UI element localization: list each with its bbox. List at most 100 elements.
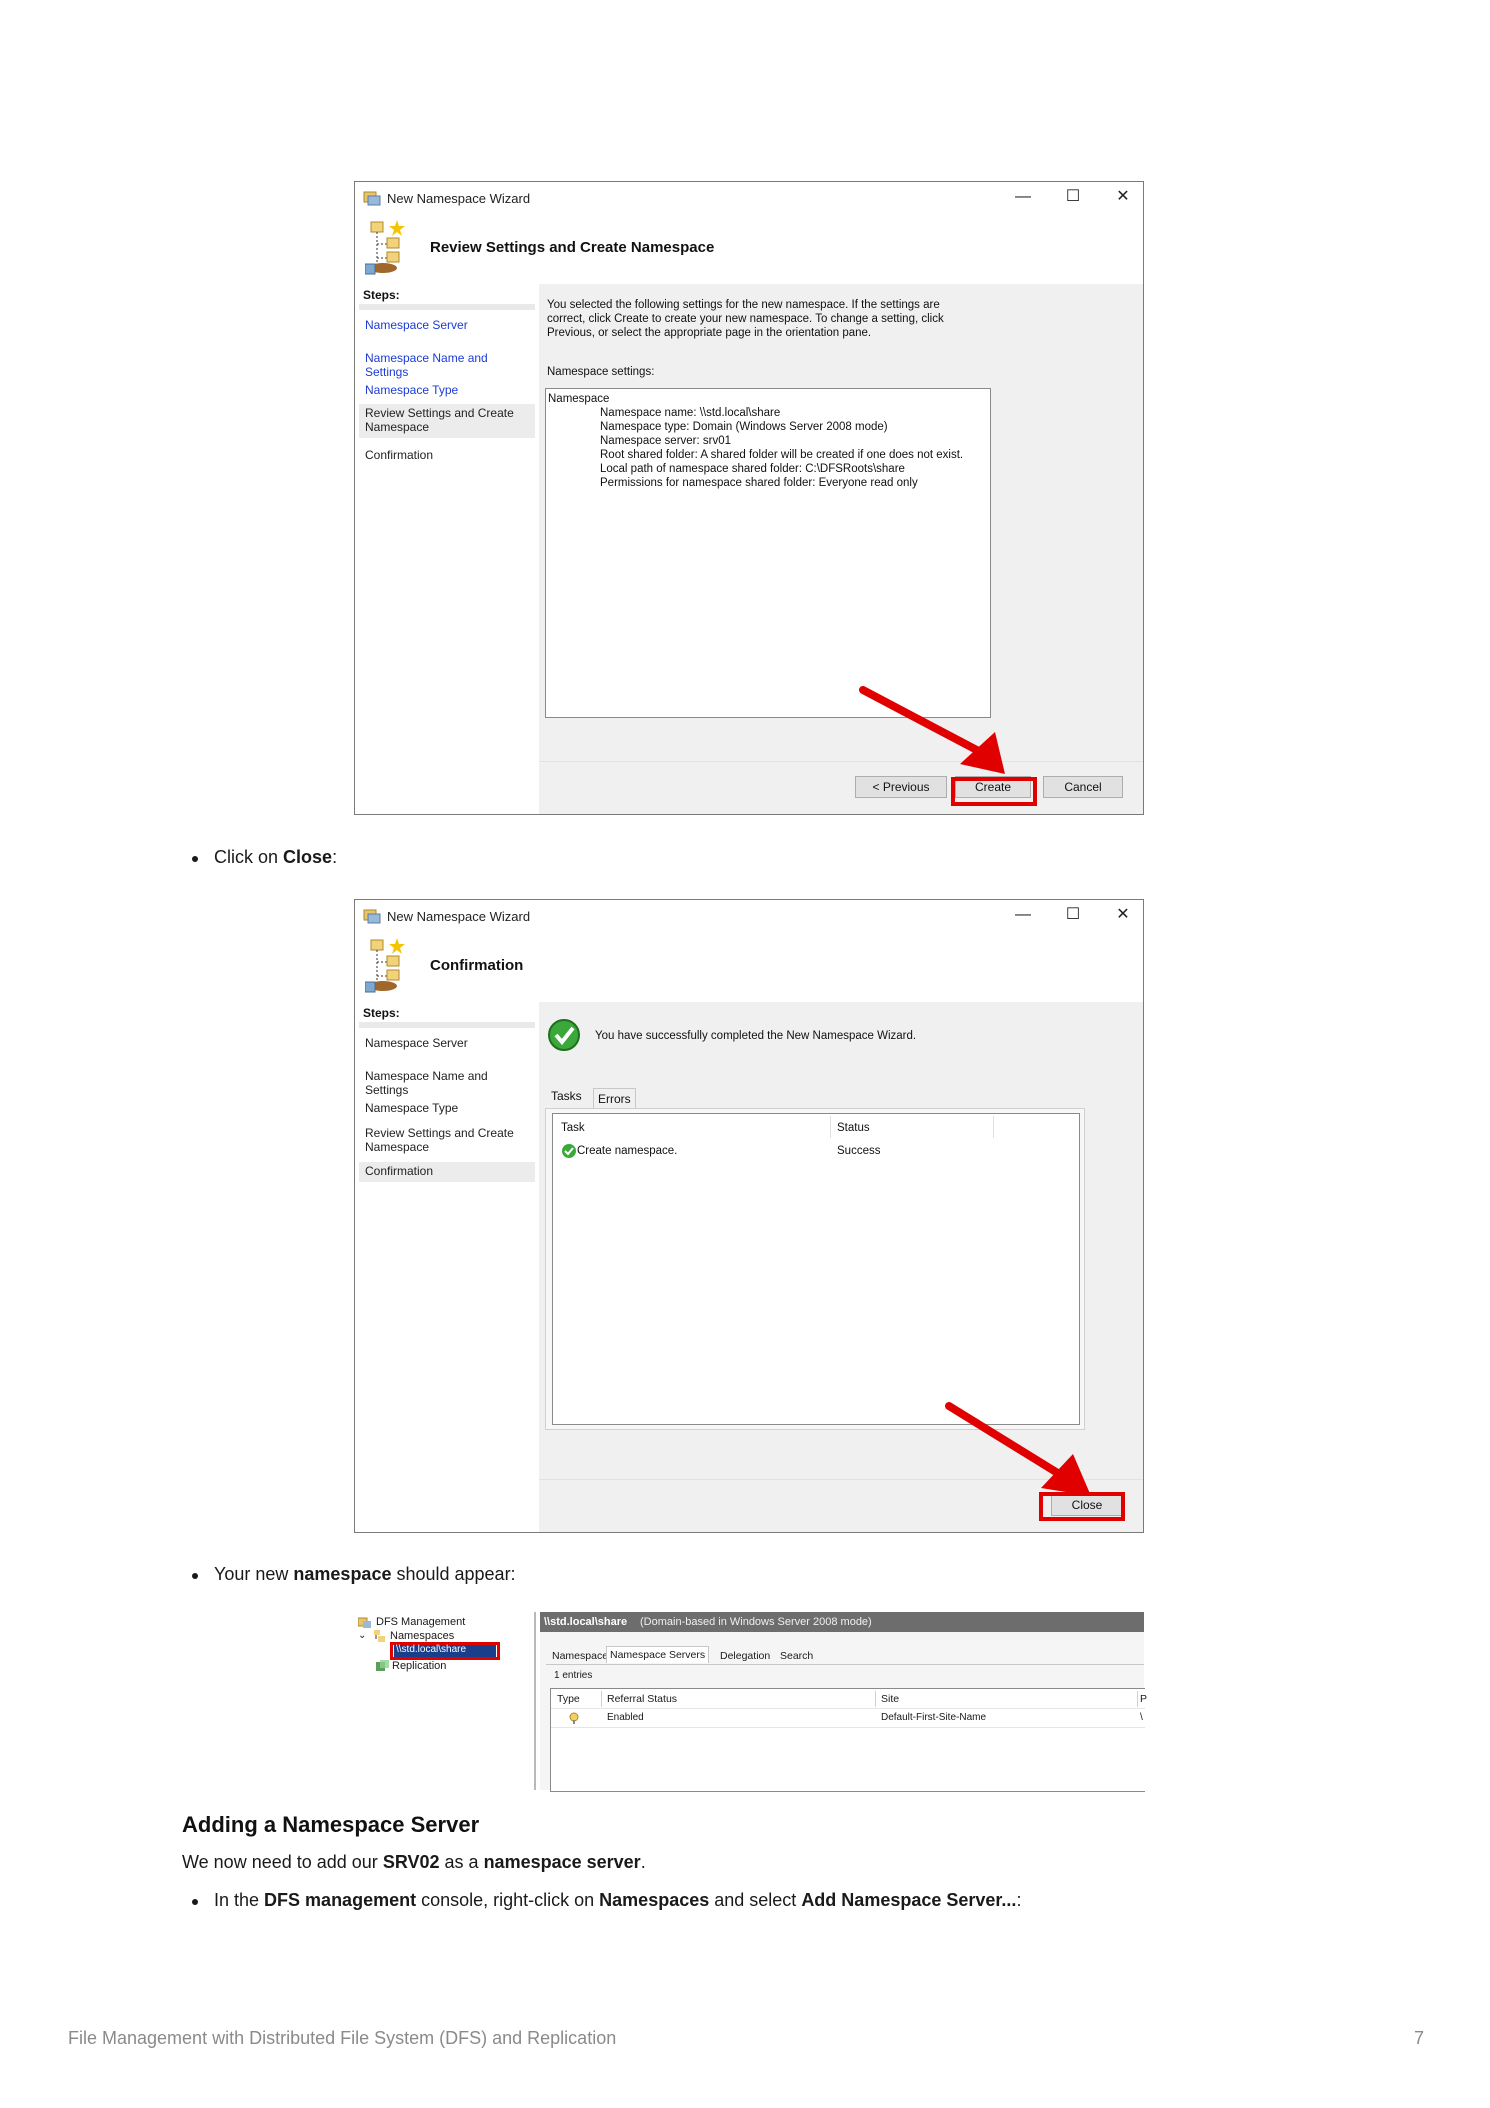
wizard-header: Confirmation (355, 932, 1143, 1002)
tree-dfs-management[interactable]: DFS Management (376, 1616, 465, 1628)
servers-list[interactable]: Type Referral Status Site P Enabled Defa… (550, 1688, 1147, 1792)
tab-delegation[interactable]: Delegation (720, 1650, 770, 1662)
entries-count: 1 entries (554, 1670, 593, 1681)
table-row[interactable]: Enabled Default-First-Site-Name \ (551, 1709, 1145, 1728)
instruction-click-close: Click on Close: (214, 847, 338, 867)
section-paragraph: We now need to add our SRV02 as a namesp… (182, 1852, 646, 1872)
column-divider (601, 1691, 602, 1707)
steps-divider (359, 1022, 535, 1028)
path-fragment: \ (1140, 1712, 1143, 1723)
step-confirmation: Confirmation (365, 448, 434, 462)
settings-heading: Namespace (548, 393, 610, 405)
tasks-list[interactable]: Task Status Create namespace. Success (552, 1113, 1080, 1425)
wizard-app-icon (363, 909, 381, 924)
column-divider (830, 1116, 831, 1138)
maximize-button[interactable]: ☐ (1061, 186, 1085, 208)
site-name: Default-First-Site-Name (881, 1712, 987, 1723)
task-status: Success (837, 1145, 881, 1157)
success-check-icon (548, 1019, 580, 1051)
wizard-window-confirmation: New Namespace Wizard — ☐ ✕ Confirmation … (354, 899, 1144, 1533)
success-small-icon (562, 1144, 576, 1158)
step-namespace-name: Namespace Name and Settings (365, 1069, 488, 1097)
tree-namespaces[interactable]: Namespaces (390, 1630, 454, 1642)
setting-line: Permissions for namespace shared folder:… (600, 477, 918, 489)
instruction-add-server: In the DFS management console, right-cli… (214, 1890, 1022, 1910)
step-namespace-server[interactable]: Namespace Server (365, 318, 533, 332)
panel-title: \\std.local\share (544, 1616, 628, 1628)
referral-status: Enabled (607, 1712, 644, 1723)
panel-body: Namespace Namespace Servers Delegation S… (540, 1632, 1147, 1792)
column-header-site[interactable]: Site (881, 1693, 899, 1705)
success-message: You have successfully completed the New … (595, 1030, 917, 1042)
step-namespace-type[interactable]: Namespace Type (365, 383, 533, 397)
tab-tasks[interactable]: Tasks (547, 1086, 586, 1106)
setting-line: Namespace name: \\std.local\share (600, 407, 781, 419)
tab-namespace[interactable]: Namespace (552, 1650, 608, 1662)
column-header-type[interactable]: Type (557, 1693, 580, 1705)
setting-line: Local path of namespace shared folder: C… (600, 463, 905, 475)
step-confirmation: Confirmation (359, 1162, 535, 1182)
wizard-page-title: Review Settings and Create Namespace (430, 239, 715, 256)
settings-textbox[interactable]: Namespace Namespace name: \\std.local\sh… (545, 388, 991, 718)
close-window-button[interactable]: ✕ (1111, 186, 1135, 208)
step-review-settings: Review Settings and Create Namespace (359, 404, 535, 438)
wizard-window-review: New Namespace Wizard — ☐ ✕ Review Settin… (354, 181, 1144, 815)
section-heading: Adding a Namespace Server (182, 1812, 480, 1837)
minimize-button[interactable]: — (1011, 904, 1035, 926)
tree-replication[interactable]: Replication (392, 1660, 446, 1672)
panel-title-bar: \\std.local\share (Domain-based in Windo… (540, 1612, 1144, 1632)
setting-line: Root shared folder: A shared folder will… (600, 449, 964, 461)
wizard-page-title: Confirmation (430, 957, 524, 974)
tab-search[interactable]: Search (780, 1650, 813, 1662)
column-divider (875, 1691, 876, 1707)
step-namespace-type: Namespace Type (365, 1101, 459, 1115)
title-bar: New Namespace Wizard — ☐ ✕ (355, 182, 1143, 214)
tree-item-selected[interactable]: \\std.local\share (394, 1644, 496, 1657)
column-header-referral[interactable]: Referral Status (607, 1693, 677, 1705)
step-namespace-name[interactable]: Namespace Name and Settings (365, 351, 533, 379)
column-header-task[interactable]: Task (561, 1121, 585, 1135)
bullet-dot (192, 856, 198, 862)
dfs-management-icon (358, 1617, 371, 1628)
step-review-settings: Review Settings and Create Namespace (365, 1126, 514, 1154)
window-title: New Namespace Wizard (387, 909, 531, 924)
namespace-wizard-icon (365, 220, 405, 275)
namespace-wizard-icon (365, 938, 405, 993)
setting-line: Namespace type: Domain (Windows Server 2… (600, 421, 888, 433)
wizard-app-icon (363, 191, 381, 206)
chevron-down-icon[interactable]: ⌄ (358, 1630, 366, 1641)
window-title: New Namespace Wizard (387, 191, 531, 206)
tree-share: \\std.local\share (396, 1644, 467, 1655)
column-header-path[interactable]: P (1140, 1693, 1147, 1705)
title-bar: New Namespace Wizard — ☐ ✕ (355, 900, 1143, 932)
bullet-dot (192, 1573, 198, 1579)
close-window-button[interactable]: ✕ (1111, 904, 1135, 926)
column-divider (1137, 1691, 1138, 1707)
server-icon (569, 1712, 579, 1724)
steps-heading: Steps: (363, 288, 400, 302)
tab-divider (546, 1664, 1144, 1665)
tab-errors[interactable]: Errors (593, 1088, 636, 1108)
bullet-dot (192, 1899, 198, 1905)
step-namespace-server: Namespace Server (365, 1036, 468, 1050)
red-arrow-icon (945, 1402, 1091, 1496)
cancel-button[interactable]: Cancel (1043, 776, 1123, 798)
namespaces-icon (374, 1630, 385, 1642)
steps-heading: Steps: (363, 1006, 400, 1020)
column-header-status[interactable]: Status (837, 1121, 870, 1135)
dfs-console: DFS Management ⌄ Namespaces \\std.local\… (354, 1612, 1147, 1792)
steps-pane: Steps: Namespace Server Namespace Name a… (355, 284, 539, 814)
tab-namespace-servers[interactable]: Namespace Servers (606, 1646, 710, 1663)
task-name: Create namespace. (577, 1145, 678, 1157)
pane-splitter[interactable] (534, 1612, 536, 1790)
panel-subtitle: (Domain-based in Windows Server 2008 mod… (640, 1616, 872, 1628)
steps-pane: Steps: Namespace Server Namespace Name a… (355, 1002, 539, 1532)
settings-label: Namespace settings: (547, 366, 655, 378)
minimize-button[interactable]: — (1011, 186, 1035, 208)
red-arrow-icon (859, 686, 1005, 774)
tasks-panel: Task Status Create namespace. Success (545, 1108, 1085, 1430)
page-footer-title: File Management with Distributed File Sy… (68, 2028, 617, 2048)
table-row[interactable]: Create namespace. Success (555, 1142, 1075, 1160)
maximize-button[interactable]: ☐ (1061, 904, 1085, 926)
column-divider (993, 1116, 994, 1138)
